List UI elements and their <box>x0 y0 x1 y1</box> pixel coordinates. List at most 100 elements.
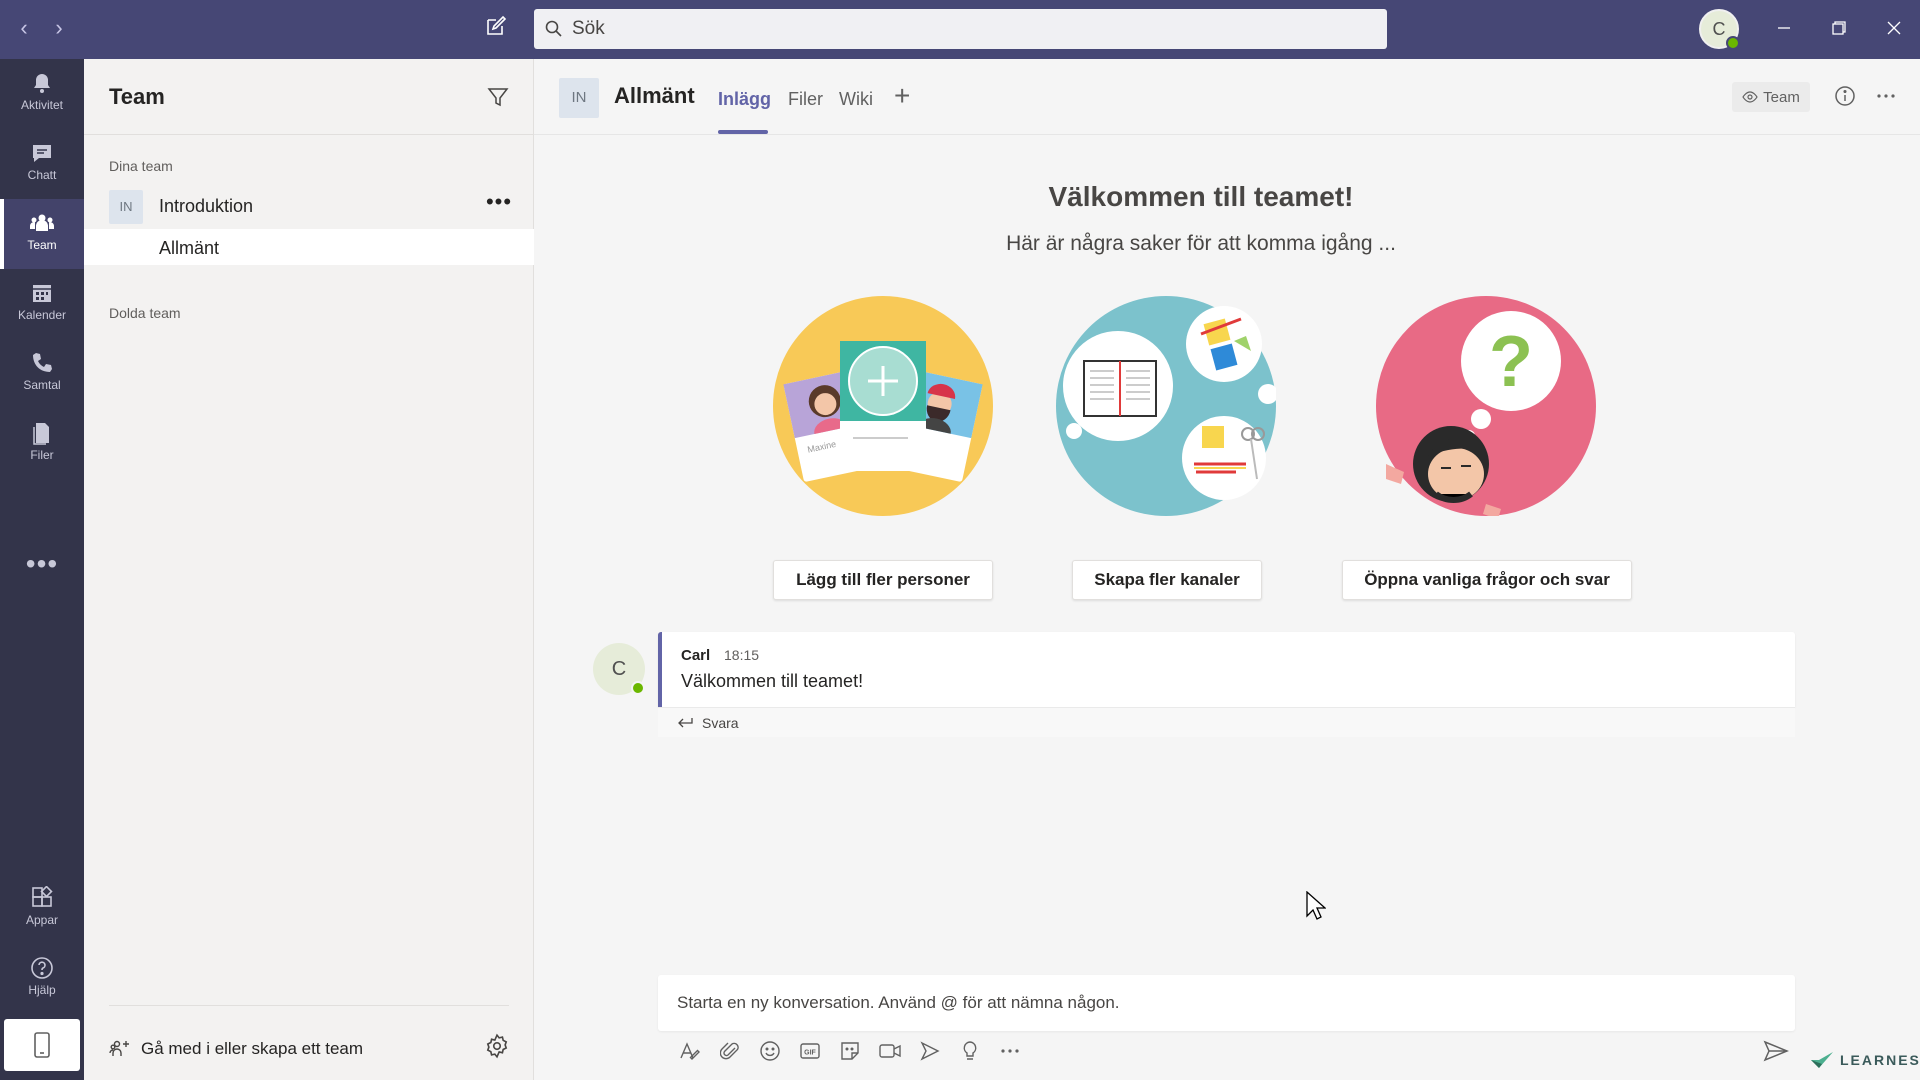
more-icon: ••• <box>25 548 59 579</box>
rail-item-apps[interactable]: Appar <box>0 874 84 944</box>
message-timestamp: 18:15 <box>724 647 760 663</box>
rail-item-teams[interactable]: Team <box>0 199 84 269</box>
filter-icon[interactable] <box>486 85 510 109</box>
more-compose-options-button[interactable] <box>996 1037 1024 1065</box>
message-body[interactable]: Carl 18:15 Välkommen till teamet! <box>658 632 1795 707</box>
calendar-icon <box>33 285 51 302</box>
gif-button[interactable]: GIF <box>796 1037 824 1065</box>
team-name: Introduktion <box>159 196 254 216</box>
new-conversation-input[interactable] <box>677 989 1767 1017</box>
title-bar: ‹ › C <box>0 0 1920 59</box>
channel-info-button[interactable] <box>1833 84 1861 112</box>
create-more-channels-button[interactable]: Skapa fler kanaler <box>1072 560 1262 600</box>
close-window-button[interactable] <box>1874 10 1914 48</box>
reply-label: Svara <box>702 714 739 731</box>
add-tab-button[interactable]: + <box>894 80 911 111</box>
tab-wiki[interactable]: Wiki <box>839 89 873 110</box>
format-button[interactable] <box>676 1037 704 1065</box>
add-more-people-button[interactable]: Lägg till fler personer <box>773 560 993 600</box>
minimize-icon <box>1778 27 1790 29</box>
reply-button[interactable]: Svara <box>658 707 1795 737</box>
team-visibility-button[interactable]: Team <box>1732 82 1810 112</box>
compose-box[interactable] <box>658 975 1795 1031</box>
teams-icon <box>30 214 54 231</box>
team-avatar: IN <box>109 190 143 224</box>
restore-icon <box>1832 21 1846 35</box>
team-more-options-button[interactable]: ••• <box>484 190 514 220</box>
more-icon <box>1001 1049 1019 1053</box>
svg-text:GIF: GIF <box>804 1050 816 1057</box>
meet-now-button[interactable] <box>876 1037 904 1065</box>
channel-name: Allmänt <box>159 238 220 258</box>
emoji-button[interactable] <box>756 1037 784 1065</box>
mouse-cursor-icon <box>1306 891 1326 920</box>
phone-icon <box>33 353 52 372</box>
join-label: Gå med i eller skapa ett team <box>141 1039 364 1058</box>
close-icon <box>1887 21 1901 35</box>
sticker-button[interactable] <box>836 1037 864 1065</box>
channel-team-avatar: IN <box>559 78 599 118</box>
files-icon <box>33 423 49 445</box>
profile-avatar[interactable]: C <box>1699 9 1740 50</box>
plus-icon: + <box>894 80 911 111</box>
help-icon <box>31 957 53 979</box>
minimize-button[interactable] <box>1764 10 1804 48</box>
rail-item-activity[interactable]: Aktivitet <box>0 59 84 129</box>
join-or-create-team-button[interactable]: Gå med i eller skapa ett team <box>109 1029 439 1069</box>
eye-icon <box>1742 91 1758 103</box>
video-camera-icon <box>879 1044 901 1058</box>
rail-item-files[interactable]: Filer <box>0 409 84 479</box>
more-apps-button[interactable]: ••• <box>0 549 84 595</box>
new-chat-button[interactable] <box>484 14 514 44</box>
panel-title: Team <box>109 84 165 109</box>
back-arrow-icon[interactable]: ‹ <box>12 14 36 42</box>
presence-available-icon <box>1726 36 1740 50</box>
paperclip-icon <box>720 1042 739 1060</box>
tab-files[interactable]: Filer <box>788 89 823 110</box>
active-tab-indicator <box>718 130 768 134</box>
compose-icon <box>487 15 507 35</box>
channel-more-options-button[interactable] <box>1874 84 1902 112</box>
info-icon <box>1835 86 1855 106</box>
your-teams-label: Dina team <box>109 158 173 174</box>
stream-button[interactable] <box>916 1037 944 1065</box>
bell-icon <box>34 74 50 93</box>
praise-button[interactable] <box>956 1037 984 1065</box>
hidden-teams-label[interactable]: Dolda team <box>109 305 181 321</box>
gear-icon[interactable] <box>484 1033 510 1059</box>
watermark-text: LEARNESY <box>1840 1052 1920 1068</box>
message-thread: Carl 18:15 Välkommen till teamet! Svara <box>658 632 1795 767</box>
message-author-avatar[interactable]: C <box>593 643 645 695</box>
channel-view: IN Allmänt Inlägg Filer Wiki + Team Välk… <box>534 59 1920 1080</box>
more-icon: ••• <box>485 189 513 214</box>
channel-title: Allmänt <box>614 83 695 108</box>
presence-available-icon <box>631 681 645 695</box>
gif-icon: GIF <box>800 1043 820 1059</box>
open-faq-button[interactable]: Öppna vanliga frågor och svar <box>1342 560 1632 600</box>
channel-item-allmant[interactable]: Allmänt <box>84 229 534 265</box>
forward-arrow-icon[interactable]: › <box>47 14 71 42</box>
faq-illustration: ? <box>1376 296 1596 516</box>
rail-item-label: Team <box>27 238 57 252</box>
rail-item-label: Kalender <box>17 308 67 322</box>
rail-item-calendar[interactable]: Kalender <box>0 269 84 339</box>
search-bar[interactable] <box>534 9 1387 49</box>
download-mobile-app-button[interactable] <box>4 1019 80 1071</box>
rail-item-calls[interactable]: Samtal <box>0 339 84 409</box>
message-author: Carl <box>681 647 711 664</box>
watermark-logo: LEARNESY <box>1810 1049 1920 1071</box>
tab-posts[interactable]: Inlägg <box>718 89 771 110</box>
restore-button[interactable] <box>1819 10 1859 48</box>
learnesy-logo-icon <box>1811 1052 1833 1068</box>
search-input[interactable] <box>572 18 1352 40</box>
rail-item-label: Hjälp <box>28 983 56 997</box>
more-icon <box>1877 94 1895 98</box>
team-item-introduktion[interactable]: IN Introduktion ••• <box>84 186 534 228</box>
rail-item-chat[interactable]: Chatt <box>0 129 84 199</box>
rail-item-help[interactable]: Hjälp <box>0 944 84 1014</box>
attach-button[interactable] <box>716 1037 744 1065</box>
rail-item-label: Appar <box>25 913 59 927</box>
reply-arrow-icon <box>678 717 693 727</box>
create-channels-illustration <box>1056 296 1276 516</box>
send-icon[interactable] <box>1762 1037 1790 1065</box>
